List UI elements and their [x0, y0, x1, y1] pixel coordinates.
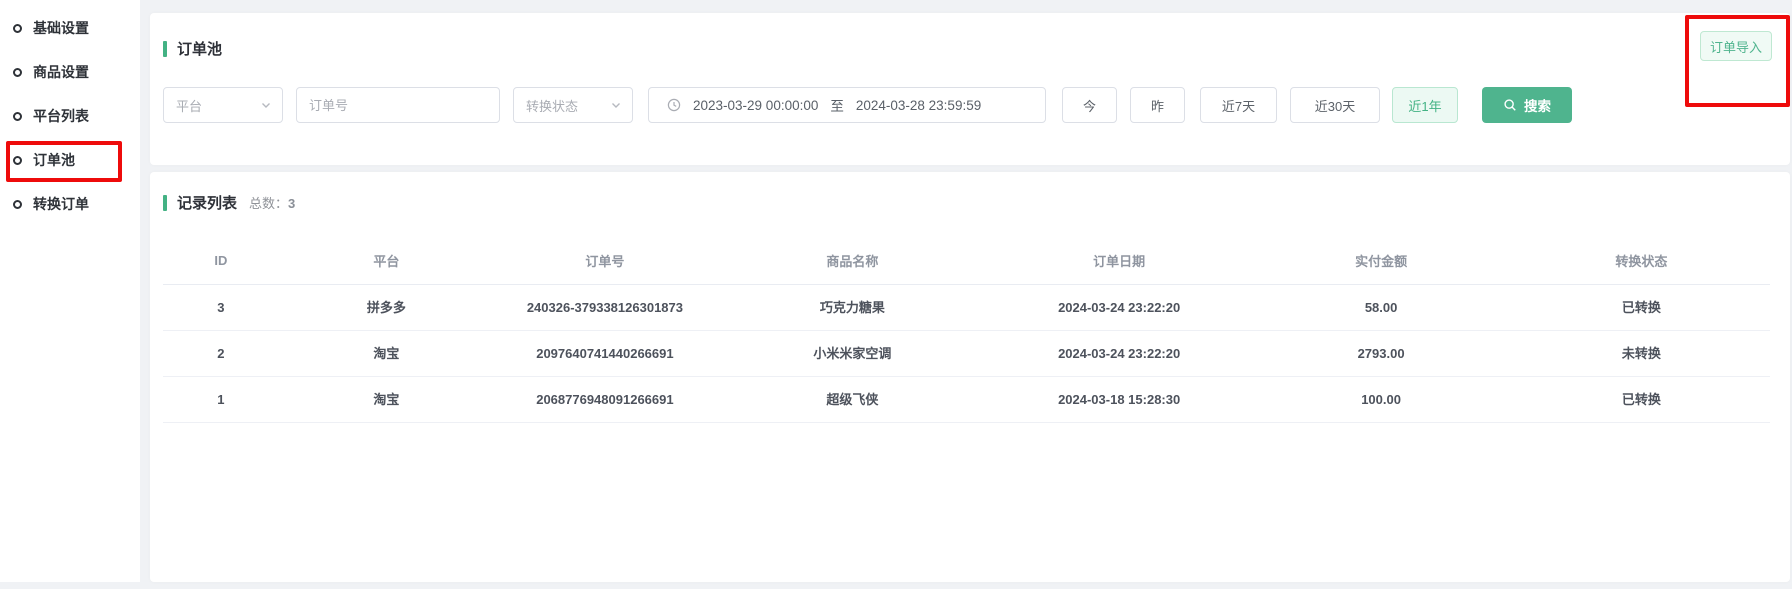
record-list-panel: 记录列表 总数：3 ID平台订单号商品名称订单日期实付金额转换状态 3拼多多24…	[150, 172, 1790, 582]
cell-platform: 淘宝	[279, 377, 494, 423]
sidebar-item-label: 平台列表	[33, 106, 89, 126]
order-no-field-wrap	[296, 87, 500, 123]
sidebar-item-label: 订单池	[33, 150, 75, 170]
cell-id: 3	[163, 285, 279, 331]
cell-date: 2024-03-18 15:28:30	[989, 377, 1249, 423]
circle-icon	[13, 156, 22, 165]
cell-product: 小米米家空调	[716, 331, 989, 377]
date-start-value: 2023-03-29 00:00:00	[693, 98, 818, 113]
cell-product: 超级飞侠	[716, 377, 989, 423]
chevron-down-icon	[260, 99, 272, 111]
convert-status-placeholder: 转换状态	[526, 96, 578, 115]
record-list-title: 记录列表	[177, 192, 237, 213]
cell-status: 已转换	[1513, 285, 1770, 331]
platform-select-placeholder: 平台	[176, 96, 202, 115]
quick-filter-last-1-year[interactable]: 近1年	[1392, 87, 1458, 123]
sidebar-item-product-settings[interactable]: 商品设置	[0, 50, 140, 94]
sidebar-item-label: 基础设置	[33, 18, 89, 38]
cell-amount: 2793.00	[1249, 331, 1513, 377]
order-pool-panel: 订单池 订单导入 平台 转换状态 2023-03-29 00:00:00 至 2…	[150, 13, 1790, 165]
record-list-title-row: 记录列表 总数：3	[150, 192, 295, 213]
cell-platform: 淘宝	[279, 331, 494, 377]
cell-amount: 100.00	[1249, 377, 1513, 423]
cell-id: 1	[163, 377, 279, 423]
page-title-row: 订单池	[150, 38, 222, 59]
order-no-input[interactable]	[309, 98, 487, 113]
search-icon	[1503, 98, 1517, 112]
search-button-label: 搜索	[1524, 95, 1551, 115]
quick-filter-last-7-days[interactable]: 近7天	[1200, 87, 1277, 123]
records-table: ID平台订单号商品名称订单日期实付金额转换状态 3拼多多240326-37933…	[163, 238, 1770, 423]
cell-order-no: 2068776948091266691	[494, 377, 716, 423]
table-row: 2淘宝2097640741440266691小米米家空调2024-03-24 2…	[163, 331, 1770, 377]
cell-order-no: 240326-379338126301873	[494, 285, 716, 331]
page-title: 订单池	[177, 38, 222, 59]
section-accent-bar	[163, 195, 167, 211]
column-header: 实付金额	[1249, 238, 1513, 285]
sidebar: 基础设置商品设置平台列表订单池转换订单	[0, 0, 140, 582]
record-total-label: 总数：	[249, 196, 288, 211]
cell-date: 2024-03-24 23:22:20	[989, 285, 1249, 331]
cell-order-no: 2097640741440266691	[494, 331, 716, 377]
sidebar-item-order-pool[interactable]: 订单池	[0, 138, 140, 182]
column-header: 订单日期	[989, 238, 1249, 285]
column-header: ID	[163, 238, 279, 285]
search-button[interactable]: 搜索	[1482, 87, 1572, 123]
column-header: 订单号	[494, 238, 716, 285]
quick-filter-last-30-days[interactable]: 近30天	[1290, 87, 1380, 123]
cell-platform: 拼多多	[279, 285, 494, 331]
cell-product: 巧克力糖果	[716, 285, 989, 331]
record-total: 总数：3	[249, 193, 295, 212]
sidebar-item-label: 商品设置	[33, 62, 89, 82]
circle-icon	[13, 68, 22, 77]
date-end-value: 2024-03-28 23:59:59	[856, 98, 981, 113]
clock-icon	[667, 98, 681, 112]
sidebar-item-platform-list[interactable]: 平台列表	[0, 94, 140, 138]
quick-filter-yesterday[interactable]: 昨	[1130, 87, 1185, 123]
date-range-picker[interactable]: 2023-03-29 00:00:00 至 2024-03-28 23:59:5…	[648, 87, 1046, 123]
order-import-button[interactable]: 订单导入	[1700, 31, 1772, 61]
cell-amount: 58.00	[1249, 285, 1513, 331]
column-header: 转换状态	[1513, 238, 1770, 285]
table-header-row: ID平台订单号商品名称订单日期实付金额转换状态	[163, 238, 1770, 285]
circle-icon	[13, 112, 22, 121]
convert-status-select[interactable]: 转换状态	[513, 87, 633, 123]
quick-filter-today[interactable]: 今	[1062, 87, 1117, 123]
filter-bar: 平台 转换状态 2023-03-29 00:00:00 至 2024-03-28…	[163, 87, 1572, 123]
section-accent-bar	[163, 41, 167, 57]
record-total-value: 3	[288, 196, 295, 211]
chevron-down-icon	[610, 99, 622, 111]
platform-select[interactable]: 平台	[163, 87, 283, 123]
column-header: 平台	[279, 238, 494, 285]
cell-status: 未转换	[1513, 331, 1770, 377]
column-header: 商品名称	[716, 238, 989, 285]
circle-icon	[13, 24, 22, 33]
sidebar-item-label: 转换订单	[33, 194, 89, 214]
table-row: 1淘宝2068776948091266691超级飞侠2024-03-18 15:…	[163, 377, 1770, 423]
circle-icon	[13, 200, 22, 209]
sidebar-item-convert-orders[interactable]: 转换订单	[0, 182, 140, 226]
date-separator: 至	[830, 95, 844, 115]
cell-id: 2	[163, 331, 279, 377]
sidebar-item-basic-settings[interactable]: 基础设置	[0, 6, 140, 50]
table-row: 3拼多多240326-379338126301873巧克力糖果2024-03-2…	[163, 285, 1770, 331]
cell-status: 已转换	[1513, 377, 1770, 423]
cell-date: 2024-03-24 23:22:20	[989, 331, 1249, 377]
